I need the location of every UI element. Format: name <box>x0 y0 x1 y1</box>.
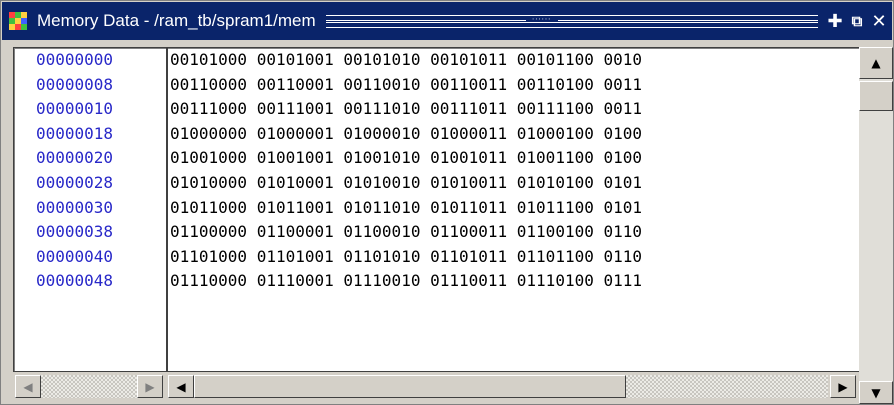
address-cell[interactable]: 00000028 <box>14 171 166 196</box>
memory-row[interactable]: 01000000 01000001 01000010 01000011 0100… <box>169 122 859 147</box>
address-cell[interactable]: 00000000 <box>14 48 166 73</box>
data-horizontal-scrollbar[interactable]: ◀ ▶ <box>168 372 858 404</box>
data-scroll-track[interactable] <box>626 375 828 398</box>
address-cell[interactable]: 00000008 <box>14 73 166 98</box>
data-column: 00101000 00101001 00101010 00101011 0010… <box>169 48 859 371</box>
memory-data-window: Memory Data - /ram_tb/spram1/mem :::::: … <box>0 0 894 405</box>
address-cell[interactable]: 00000048 <box>14 269 166 294</box>
scroll-down-icon[interactable]: ▼ <box>859 381 893 404</box>
scroll-right-icon[interactable]: ▶ <box>830 375 856 398</box>
horizontal-scroll-thumb[interactable] <box>194 375 626 398</box>
vertical-scrollbar[interactable]: ▲ ▼ <box>859 47 893 404</box>
memory-row[interactable]: 01010000 01010001 01010010 01010011 0101… <box>169 171 859 196</box>
memory-row[interactable]: 01001000 01001001 01001010 01001011 0100… <box>169 146 859 171</box>
memory-view: 00000000 00000008 00000010 00000018 00000020… <box>13 47 860 372</box>
scroll-right-icon[interactable]: ▶ <box>137 375 163 398</box>
undock-icon[interactable]: ⧉ <box>848 12 866 30</box>
memory-app-icon <box>9 12 27 30</box>
close-icon[interactable]: ✕ <box>870 11 888 32</box>
address-column: 00000000 00000008 00000010 00000018 00000020… <box>14 48 168 371</box>
window-title: Memory Data - /ram_tb/spram1/mem <box>37 11 316 30</box>
memory-row[interactable]: 01100000 01100001 01100010 01100011 0110… <box>169 220 859 245</box>
grip-dots: :::::: <box>525 16 558 26</box>
address-cell[interactable]: 00000020 <box>14 146 166 171</box>
address-cell[interactable]: 00000038 <box>14 220 166 245</box>
drag-grip[interactable]: :::::: <box>325 14 819 28</box>
scroll-left-icon[interactable]: ◀ <box>168 375 194 398</box>
memory-row[interactable]: 01110000 01110001 01110010 01110011 0111… <box>169 269 859 294</box>
address-horizontal-scrollbar[interactable]: ◀ ▶ <box>13 372 166 404</box>
address-cell[interactable]: 00000018 <box>14 122 166 147</box>
address-cell[interactable]: 00000030 <box>14 196 166 221</box>
address-cell[interactable]: 00000040 <box>14 245 166 270</box>
memory-row[interactable]: 01011000 01011001 01011010 01011011 0101… <box>169 196 859 221</box>
scroll-up-icon[interactable]: ▲ <box>859 47 893 79</box>
address-scroll-track[interactable] <box>41 375 137 398</box>
memory-row[interactable]: 00110000 00110001 00110010 00110011 0011… <box>169 73 859 98</box>
plus-icon[interactable]: ✚ <box>826 11 844 32</box>
vertical-scroll-thumb[interactable] <box>859 81 893 111</box>
memory-row[interactable]: 01101000 01101001 01101010 01101011 0110… <box>169 245 859 270</box>
title-bar[interactable]: Memory Data - /ram_tb/spram1/mem :::::: … <box>2 2 892 40</box>
memory-row[interactable]: 00111000 00111001 00111010 00111011 0011… <box>169 97 859 122</box>
memory-row[interactable]: 00101000 00101001 00101010 00101011 0010… <box>169 48 859 73</box>
scroll-left-icon[interactable]: ◀ <box>15 375 41 398</box>
address-cell[interactable]: 00000010 <box>14 97 166 122</box>
